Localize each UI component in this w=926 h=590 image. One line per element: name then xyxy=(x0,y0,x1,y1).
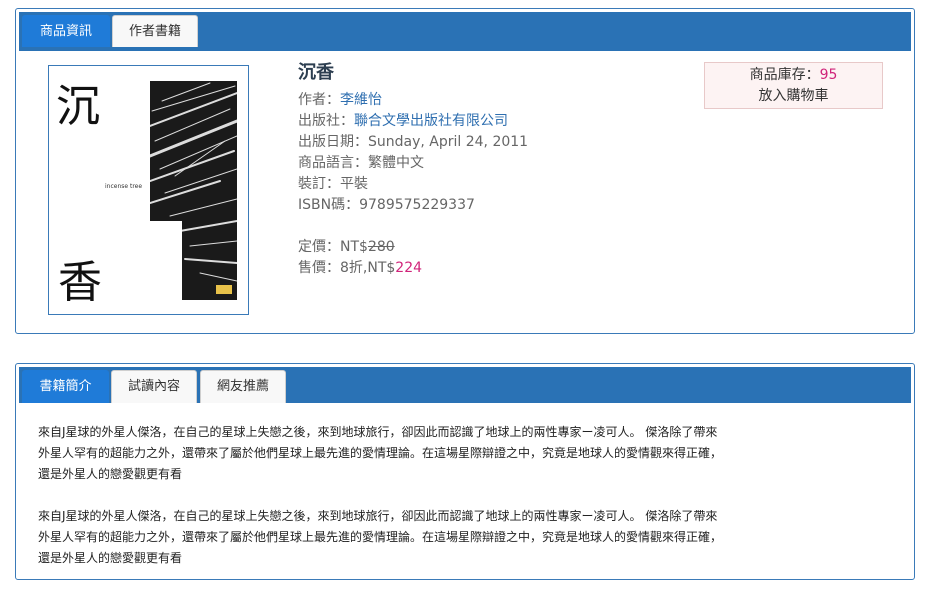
sale-price-row: 售價：8折,NT$224 xyxy=(298,258,528,279)
intro-text: 來自J星球的外星人傑洛，在自己的星球上失戀之後，來到地球旅行，卻因此而認識了地球… xyxy=(38,422,728,590)
stock-row: 商品庫存：95 xyxy=(705,65,882,86)
intro-paragraph: 來自J星球的外星人傑洛，在自己的星球上失戀之後，來到地球旅行，卻因此而認識了地球… xyxy=(38,425,723,481)
publisher-row: 出版社：聯合文學出版社有限公司 xyxy=(298,111,528,132)
sale-price-label: 售價：8折,NT$ xyxy=(298,260,396,276)
language-row: 商品語言：繁體中文 xyxy=(298,153,528,174)
book-info: 沉香 作者：李維怡 出版社：聯合文學出版社有限公司 出版日期：Sunday, A… xyxy=(298,62,528,279)
stock-label: 商品庫存： xyxy=(749,67,820,83)
author-row: 作者：李維怡 xyxy=(298,90,528,111)
sale-price-value: 224 xyxy=(395,260,423,276)
stock-box: 商品庫存：95 放入購物車 xyxy=(704,62,883,109)
language-value: 繁體中文 xyxy=(368,155,424,171)
list-price-row: 定價：NT$280 xyxy=(298,237,528,258)
intro-paragraph: 來自J星球的外星人傑洛，在自己的星球上失戀之後，來到地球旅行，卻因此而認識了地球… xyxy=(38,509,723,565)
book-cover-image: 沉 香 incense tree xyxy=(48,65,249,315)
publisher-link[interactable]: 聯合文學出版社有限公司 xyxy=(354,113,508,129)
binding-row: 裝訂：平裝 xyxy=(298,174,528,195)
tab-product-info[interactable]: 商品資訊 xyxy=(22,15,110,47)
isbn-value: 9789575229337 xyxy=(359,197,475,213)
cover-artwork xyxy=(150,81,237,300)
publisher-label: 出版社： xyxy=(298,113,354,129)
tab-trial-read[interactable]: 試讀內容 xyxy=(111,370,197,403)
intro-tabbar: 書籍簡介 試讀內容 網友推薦 xyxy=(19,367,911,403)
product-tabbar: 商品資訊 作者書籍 xyxy=(19,12,911,51)
language-label: 商品語言： xyxy=(298,155,368,171)
add-to-cart-button[interactable]: 放入購物車 xyxy=(705,86,882,107)
book-title: 沉香 xyxy=(298,62,334,83)
date-label: 出版日期： xyxy=(298,134,368,150)
tab-user-recommend[interactable]: 網友推薦 xyxy=(200,370,286,403)
tab-author-books[interactable]: 作者書籍 xyxy=(112,15,198,47)
list-price-value: 280 xyxy=(367,239,395,255)
binding-value: 平裝 xyxy=(340,176,368,192)
isbn-row: ISBN碼：9789575229337 xyxy=(298,195,528,216)
cover-title-char-top: 沉 xyxy=(56,81,100,132)
cover-english-title: incense tree xyxy=(105,183,143,190)
date-row: 出版日期：Sunday, April 24, 2011 xyxy=(298,132,528,153)
tab-book-intro[interactable]: 書籍簡介 xyxy=(22,370,109,403)
stock-count: 95 xyxy=(819,67,838,83)
cover-title-char-bottom: 香 xyxy=(58,257,102,308)
binding-label: 裝訂： xyxy=(298,176,340,192)
isbn-label: ISBN碼： xyxy=(298,197,360,213)
date-value: Sunday, April 24, 2011 xyxy=(368,134,529,150)
intro-panel: 書籍簡介 試讀內容 網友推薦 來自J星球的外星人傑洛，在自己的星球上失戀之後，來… xyxy=(15,363,915,580)
product-panel: 商品資訊 作者書籍 沉 香 incense tree 沉香 作者：李維怡 出版社… xyxy=(15,8,915,334)
author-label: 作者： xyxy=(298,92,340,108)
author-link[interactable]: 李維怡 xyxy=(340,92,382,108)
list-price-label: 定價：NT$ xyxy=(298,239,368,255)
